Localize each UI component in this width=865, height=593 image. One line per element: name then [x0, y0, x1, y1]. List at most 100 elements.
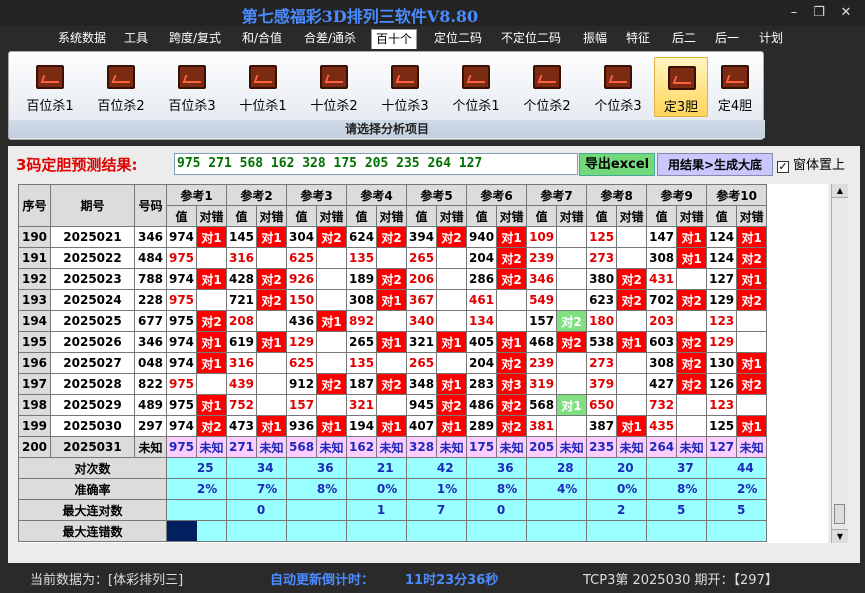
- ref-hit-cell: 对2: [195, 310, 228, 332]
- predicted-value-cell: 205: [526, 436, 558, 458]
- issue-cell: 2025022: [50, 247, 135, 269]
- seq-cell: 193: [18, 289, 51, 311]
- table-row[interactable]: 199 2025030 297 974 对2 473 对1 936 对1 194 对1 407 对1 28…: [18, 415, 768, 437]
- ribbon-button-3[interactable]: 十位杀1: [230, 57, 296, 117]
- stat-value-cell: 71%: [436, 478, 468, 500]
- stat-spacer-cell: [346, 457, 377, 479]
- column-header[interactable]: 参考4: [346, 184, 408, 206]
- ref-hit-cell: 对1: [256, 331, 288, 353]
- column-header[interactable]: 参考3: [286, 184, 348, 206]
- ref-value-cell: 348: [406, 373, 438, 395]
- ref-hit-cell: 对1: [736, 415, 768, 437]
- menu-item-12[interactable]: 计划: [755, 29, 787, 49]
- stat-label: 对次数: [18, 457, 167, 479]
- column-header[interactable]: 参考6: [466, 184, 528, 206]
- table-row[interactable]: 196 2025027 048 974 对1 316 625 135 265 204 对2 239 27…: [18, 352, 768, 374]
- ref-value-cell: 974: [166, 415, 197, 437]
- stat-value-cell: 134: [256, 457, 288, 479]
- menu-item-9[interactable]: 特征: [622, 29, 654, 49]
- table-row[interactable]: 193 2025024 228 975 721 对2 150 308 对1 367 461 549 62…: [18, 289, 768, 311]
- ref-hit-cell: 对2: [556, 310, 588, 332]
- menu-item-2[interactable]: 跨度/复式: [165, 29, 225, 49]
- column-header[interactable]: 号码: [134, 184, 167, 227]
- column-header[interactable]: 参考8: [586, 184, 648, 206]
- column-header[interactable]: 参考1: [165, 184, 228, 206]
- ribbon-button-4[interactable]: 十位杀2: [301, 57, 367, 117]
- column-header[interactable]: 期号: [50, 184, 135, 227]
- column-header[interactable]: 参考9: [646, 184, 708, 206]
- generate-base-button[interactable]: 用结果>生成大底: [657, 153, 773, 176]
- seq-cell: 191: [18, 247, 51, 269]
- ref-value-cell: 109: [526, 226, 558, 248]
- vertical-scrollbar[interactable]: ▲ ▼: [831, 184, 848, 543]
- table-row[interactable]: 194 2025025 677 975 对2 208 436 对1 892 340 134 157 对2…: [18, 310, 768, 332]
- hit-header: 对错: [556, 205, 588, 227]
- ref-hit-cell: 对1: [436, 373, 468, 395]
- table-row[interactable]: 198 2025029 489 975 对1 752 157 321 945 对2 486 对2 568…: [18, 394, 768, 416]
- stat-spacer-cell: [586, 478, 617, 500]
- ribbon-button-6[interactable]: 个位杀1: [443, 57, 509, 117]
- ribbon-button-0[interactable]: 百位杀1: [17, 57, 83, 117]
- ref-value-cell: 123: [706, 310, 738, 332]
- ref-hit-cell: 对3: [496, 373, 528, 395]
- ref-value-cell: 975: [166, 394, 197, 416]
- ref-hit-cell: 对2: [676, 352, 708, 374]
- column-header[interactable]: 序号: [18, 184, 51, 227]
- stat-spacer-cell: [286, 457, 317, 479]
- ref-hit-cell: [436, 268, 468, 290]
- scroll-up-icon[interactable]: ▲: [832, 184, 848, 198]
- ribbon-button-8[interactable]: 个位杀3: [585, 57, 651, 117]
- ribbon-button-9[interactable]: 定3胆: [654, 57, 708, 117]
- ref-value-cell: 623: [586, 289, 618, 311]
- menu-item-10[interactable]: 后二: [668, 29, 700, 49]
- table-row[interactable]: 192 2025023 788 974 对1 428 对2 926 189 对2 206 286 对2 3…: [18, 268, 768, 290]
- prediction-row[interactable]: 200 2025031 未知 975 未知 271 未知 568 未知 162 未知 328 未知 175…: [18, 436, 768, 458]
- menu-item-5[interactable]: 百十个: [371, 29, 418, 49]
- menu-item-7[interactable]: 不定位二码: [497, 29, 565, 49]
- table-row[interactable]: 197 2025028 822 975 439 912 对2 187 对2 348 对1 283 对3 3…: [18, 373, 768, 395]
- ref-value-cell: 147: [646, 226, 678, 248]
- ref-value-cell: 650: [586, 394, 618, 416]
- column-header[interactable]: 参考10: [706, 184, 768, 206]
- ribbon-button-2[interactable]: 百位杀3: [159, 57, 225, 117]
- menu-item-8[interactable]: 振幅: [579, 29, 611, 49]
- topmost-checkbox[interactable]: ✓ 窗体置上: [777, 154, 845, 173]
- ref-hit-cell: [256, 352, 288, 374]
- ribbon-button-10[interactable]: 定4胆: [708, 57, 762, 117]
- stat-label: 准确率: [18, 478, 167, 500]
- minimize-button[interactable]: –: [783, 4, 805, 22]
- ribbon-button-1[interactable]: 百位杀2: [88, 57, 154, 117]
- stat-spacer-cell: [166, 499, 197, 521]
- menu-item-11[interactable]: 后一: [711, 29, 743, 49]
- table-row[interactable]: 195 2025026 346 974 对1 619 对1 129 265 对1 321 对1 405 对…: [18, 331, 768, 353]
- column-header[interactable]: 参考7: [526, 184, 588, 206]
- table-row[interactable]: 191 2025022 484 975 316 625 135 265 204 对2 239 273 3…: [18, 247, 768, 269]
- menu-item-6[interactable]: 定位二码: [430, 29, 486, 49]
- table-row[interactable]: 190 2025021 346 974 对1 145 对1 304 对2 624 对2 394 对2 94…: [18, 226, 768, 248]
- menu-item-0[interactable]: 系统数据: [54, 29, 110, 49]
- issue-cell: 2025026: [50, 331, 135, 353]
- scroll-thumb[interactable]: [834, 504, 845, 524]
- predicted-status-cell: 未知: [736, 436, 768, 458]
- column-header[interactable]: 参考5: [406, 184, 468, 206]
- ribbon-button-5[interactable]: 十位杀3: [372, 57, 438, 117]
- export-excel-button[interactable]: 导出excel: [579, 153, 655, 176]
- menu-item-1[interactable]: 工具: [120, 29, 152, 49]
- seq-cell: 194: [18, 310, 51, 332]
- ref-hit-cell: 对2: [316, 373, 348, 395]
- maximize-button[interactable]: ❐: [808, 4, 830, 22]
- ref-hit-cell: [316, 331, 348, 353]
- checkbox-icon[interactable]: ✓: [777, 161, 789, 173]
- window-title: 第七感福彩3D排列三软件V8.80: [241, 7, 479, 26]
- menu-item-3[interactable]: 和/合值: [238, 29, 286, 49]
- ref-value-cell: 283: [466, 373, 498, 395]
- column-header[interactable]: 参考2: [226, 184, 288, 206]
- ref-hit-cell: 对1: [676, 247, 708, 269]
- ref-hit-cell: 对2: [556, 331, 588, 353]
- ribbon-button-7[interactable]: 个位杀2: [514, 57, 580, 117]
- close-button[interactable]: ✕: [835, 4, 857, 22]
- menu-item-4[interactable]: 合差/通杀: [300, 29, 360, 49]
- result-field[interactable]: 975 271 568 162 328 175 205 235 264 127: [174, 153, 578, 175]
- ref-value-cell: 380: [586, 268, 618, 290]
- scroll-down-icon[interactable]: ▼: [832, 529, 848, 543]
